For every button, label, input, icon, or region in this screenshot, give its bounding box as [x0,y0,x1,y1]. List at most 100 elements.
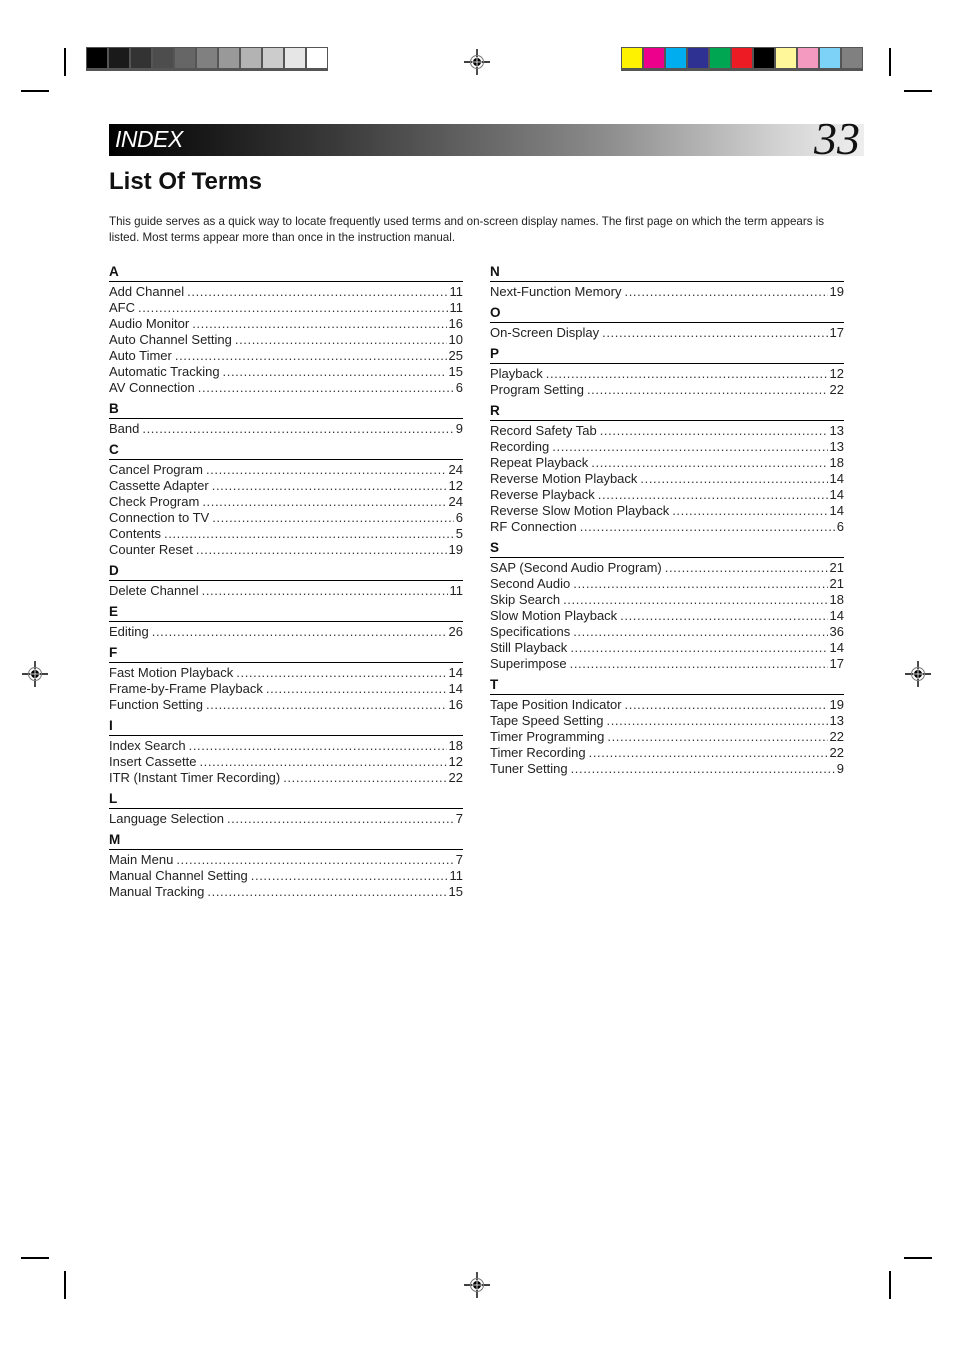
entry-term: Audio Monitor [109,316,190,331]
index-entry: Playback 12 [490,366,844,382]
dot-leader [598,487,828,503]
entry-term: Function Setting [109,697,203,712]
color-swatch [666,48,686,68]
dot-leader [202,583,448,599]
intro-paragraph: This guide serves as a quick way to loca… [109,215,825,244]
entry-term: Auto Channel Setting [109,332,232,347]
section-letter: A [109,263,463,282]
dot-leader [589,745,828,761]
index-entry: Audio Monitor 16 [109,316,463,332]
color-calibration-bar [621,47,863,71]
entry-term: Next-Function Memory [490,284,622,299]
entry-term: Skip Search [490,592,561,607]
entry-page-number: 14 [829,503,844,518]
index-entry: AV Connection 6 [109,380,463,396]
section-letter: E [109,603,463,622]
entry-page-number: 26 [448,624,463,639]
dot-leader [176,852,453,868]
entry-term: Second Audio [490,576,571,591]
entry-page-number: 6 [836,519,844,534]
index-section-i: IIndex Search18Insert Cassette12ITR (Ins… [109,717,463,786]
index-entry: RF Connection 6 [490,519,844,535]
dot-leader [620,608,827,624]
entry-page-number: 6 [455,380,463,395]
entry-term: Timer Programming [490,729,605,744]
entry-page-number: 19 [829,697,844,712]
entry-term: Cassette Adapter [109,478,209,493]
entry-page-number: 25 [448,348,463,363]
entry-term: Index Search [109,738,186,753]
entry-term: Tape Position Indicator [490,697,622,712]
entry-term: Reverse Playback [490,487,595,502]
color-swatch [820,48,840,68]
dot-leader [206,697,447,713]
color-swatch [153,48,173,68]
entry-term: Auto Timer [109,348,172,363]
section-letter: R [490,402,844,421]
entry-term: Tuner Setting [490,761,568,776]
index-entry: Cassette Adapter 12 [109,478,463,494]
crop-mark [904,1257,932,1259]
index-entry: Language Selection 7 [109,811,463,827]
index-entry: Reverse Playback 14 [490,487,844,503]
dot-leader [571,761,835,777]
crop-mark [64,48,66,76]
index-section-o: O On-Screen Display 17 [490,304,844,341]
dot-leader [196,542,447,558]
color-swatch [87,48,107,68]
dot-leader [563,592,827,608]
color-swatch [842,48,862,68]
entry-term: AFC [109,300,135,315]
section-letter: C [109,441,463,460]
dot-leader [192,316,446,332]
entry-page-number: 14 [829,640,844,655]
crop-mark [904,90,932,92]
dot-leader [152,624,447,640]
dot-leader [175,348,447,364]
index-entry: Auto Timer 25 [109,348,463,364]
color-swatch [710,48,730,68]
index-entry: Manual Channel Setting 11 [109,868,463,884]
entry-page-number: 21 [829,576,844,591]
index-entry: Still Playback 14 [490,640,844,656]
dot-leader [640,471,827,487]
entry-term: Automatic Tracking [109,364,220,379]
entry-page-number: 6 [455,510,463,525]
index-entry: Tape Speed Setting 13 [490,713,844,729]
index-section-p: P Playback 12 Program Setting 22 [490,345,844,398]
index-entry: ITR (Instant Timer Recording) 22 [109,770,463,786]
entry-term: Superimpose [490,656,567,671]
section-letter: M [109,831,463,850]
entry-page-number: 24 [448,494,463,509]
entry-page-number: 17 [829,656,844,671]
dot-leader [138,300,448,316]
color-swatch [109,48,129,68]
index-entry: Function Setting 16 [109,697,463,713]
entry-page-number: 14 [448,665,463,680]
index-entry: Superimpose 17 [490,656,844,672]
dot-leader [665,560,828,576]
color-swatch [307,48,327,68]
dot-leader [206,462,447,478]
index-entry: Next-Function Memory 19 [490,284,844,300]
entry-term: Timer Recording [490,745,586,760]
index-entry: Reverse Motion Playback 14 [490,471,844,487]
entry-page-number: 19 [448,542,463,557]
index-entry: Add Channel 11 [109,284,463,300]
index-section-l: L Language Selection 7 [109,790,463,827]
color-swatch [732,48,752,68]
index-section-n: N Next-Function Memory 19 [490,263,844,300]
index-entry: SAP (Second Audio Program) 21 [490,560,844,576]
dot-leader [227,811,454,827]
entry-page-number: 7 [455,811,463,826]
entry-term: Frame-by-Frame Playback [109,681,263,696]
section-header-band: INDEX 33 [109,116,864,162]
crop-mark [64,1271,66,1299]
index-entry: On-Screen Display 17 [490,325,844,341]
dot-leader [600,423,828,439]
dot-leader [573,576,827,592]
dot-leader [142,421,453,437]
dot-leader [672,503,827,519]
dot-leader [587,382,828,398]
index-entry: Program Setting 22 [490,382,844,398]
